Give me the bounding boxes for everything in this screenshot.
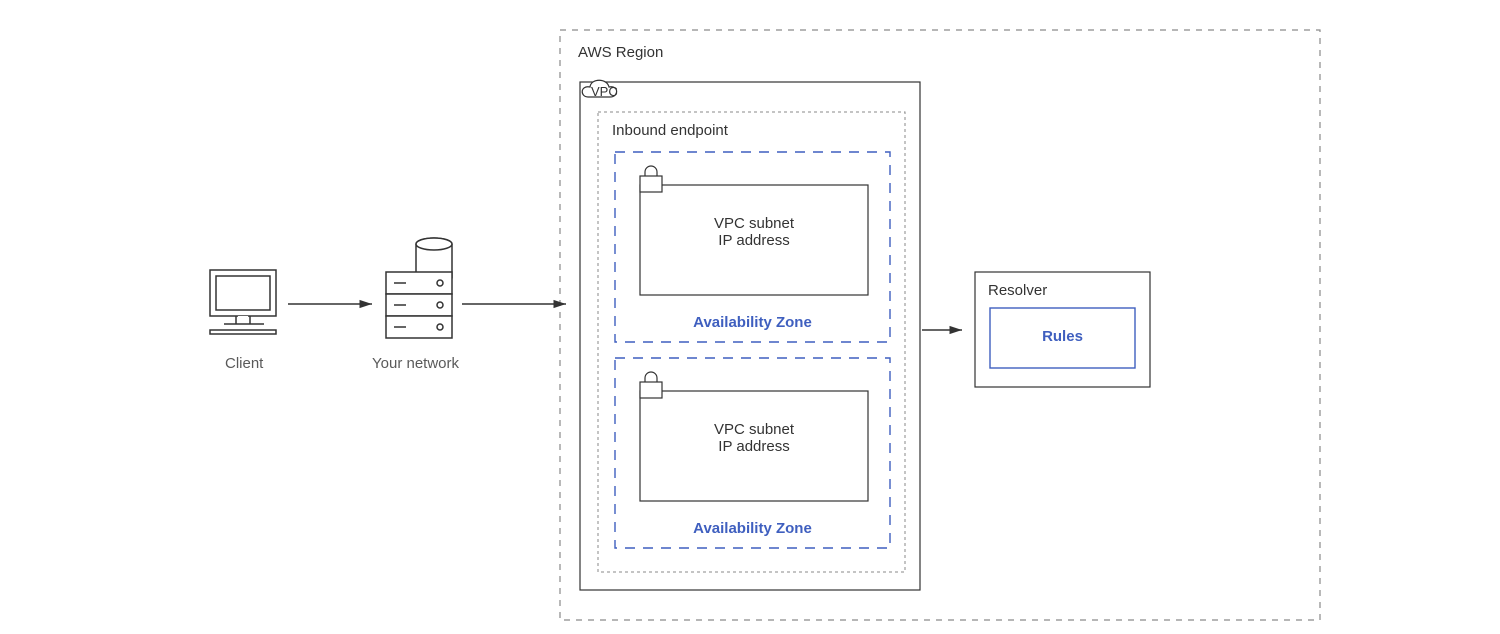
vpc-box <box>580 82 920 590</box>
vpc-label: VPC <box>591 84 618 99</box>
client-label: Client <box>225 355 263 372</box>
az2-label: Availability Zone <box>615 520 890 537</box>
network-label: Your network <box>372 355 459 372</box>
lock-icon <box>640 372 662 398</box>
region-label: AWS Region <box>578 44 663 61</box>
network-icon <box>386 238 452 338</box>
rules-label: Rules <box>990 328 1135 345</box>
subnet1-line2: IP address <box>640 232 868 249</box>
subnet2-line2: IP address <box>640 438 868 455</box>
lock-icon <box>640 166 662 192</box>
resolver-label: Resolver <box>988 282 1047 299</box>
subnet2-line1: VPC subnet <box>640 421 868 438</box>
client-icon <box>210 270 276 334</box>
inbound-endpoint-label: Inbound endpoint <box>612 122 728 139</box>
az1-label: Availability Zone <box>615 314 890 331</box>
subnet1-line1: VPC subnet <box>640 215 868 232</box>
